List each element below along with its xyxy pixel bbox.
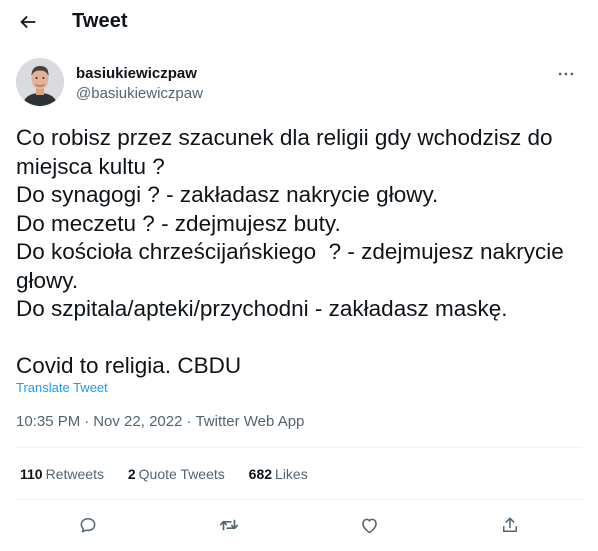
reply-button[interactable] <box>71 508 105 542</box>
tweet-source[interactable]: Twitter Web App <box>195 413 304 430</box>
avatar[interactable] <box>16 58 64 106</box>
tweet-text-line: Co robisz przez szacunek dla religii gdy… <box>16 125 553 150</box>
quote-tweets-label: Quote Tweets <box>138 466 225 482</box>
more-options-button[interactable] <box>552 60 580 88</box>
quote-tweets-stat[interactable]: 2 Quote Tweets <box>128 466 225 482</box>
retweets-label: Retweets <box>45 466 104 482</box>
tweet-text-line: Do kościoła chrześcijańskiego ? - zdejmu… <box>16 239 564 264</box>
retweet-button[interactable] <box>212 508 246 542</box>
tweet-actions <box>0 508 598 542</box>
tweet-metadata: 10:35 PM · Nov 22, 2022 · Twitter Web App <box>16 413 304 430</box>
avatar-image <box>16 58 64 106</box>
tweet-text-line: głowy. <box>16 267 79 293</box>
share-button[interactable] <box>493 508 527 542</box>
tweet-author: basiukiewiczpaw @basiukiewiczpaw <box>16 58 582 110</box>
separator-dot: · <box>84 413 90 430</box>
retweets-count: 110 <box>20 466 43 482</box>
tweet-text-blank-line <box>16 324 582 353</box>
more-horizontal-icon <box>558 72 574 76</box>
tweet-date[interactable]: Nov 22, 2022 <box>93 413 182 430</box>
retweets-stat[interactable]: 110 Retweets <box>20 466 104 482</box>
top-bar: Tweet <box>0 0 598 44</box>
tweet-text-line: Do synagogi ? - zakładasz nakrycie głowy… <box>16 182 439 207</box>
author-handle[interactable]: @basiukiewiczpaw <box>76 84 203 104</box>
tweet-text: Co robisz przez szacunek dla religii gdy… <box>16 124 582 381</box>
quote-tweets-count: 2 <box>127 466 136 482</box>
separator-dot: · <box>186 413 192 430</box>
tweet-time[interactable]: 10:35 PM <box>16 413 80 430</box>
heart-icon <box>361 518 377 533</box>
author-display-name[interactable]: basiukiewiczpaw <box>76 64 203 84</box>
back-button[interactable] <box>14 8 42 36</box>
tweet-text-line: Covid to religia. CBDU <box>16 353 242 378</box>
like-button[interactable] <box>352 508 386 542</box>
likes-label: Likes <box>275 466 308 482</box>
retweet-icon <box>219 519 239 531</box>
tweet-stats: 110 Retweets 2 Quote Tweets 682 Likes <box>20 466 328 482</box>
tweet-text-line: Do szpitala/apteki/przychodni - zakładas… <box>16 296 508 321</box>
tweet-text-line: miejsca kultu ? <box>16 153 165 179</box>
arrow-left-icon <box>20 15 36 29</box>
author-names: basiukiewiczpaw @basiukiewiczpaw <box>76 64 203 104</box>
translate-tweet-link[interactable]: Translate Tweet <box>16 380 108 395</box>
page-title: Tweet <box>72 10 128 32</box>
divider <box>16 499 582 500</box>
tweet-text-line: Do meczetu ? - zdejmujesz buty. <box>16 210 341 236</box>
likes-stat[interactable]: 682 Likes <box>249 466 308 482</box>
likes-count: 682 <box>248 466 273 482</box>
share-icon <box>503 517 517 532</box>
reply-icon <box>80 518 96 533</box>
divider <box>16 447 582 448</box>
